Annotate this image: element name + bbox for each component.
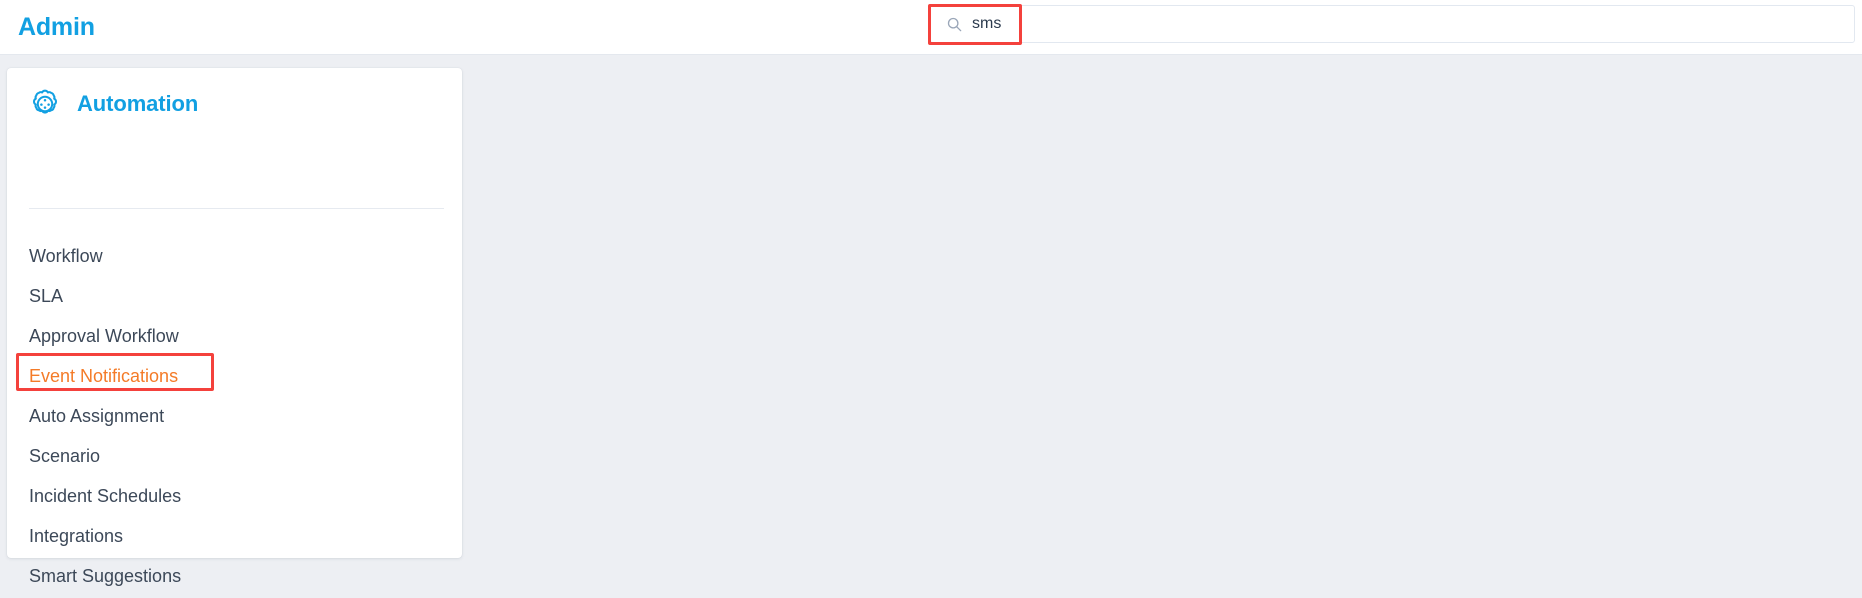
top-header-bar: Admin — [0, 0, 1862, 55]
search-icon — [947, 17, 962, 31]
sidebar-item-approval-workflow[interactable]: Approval Workflow — [7, 316, 462, 356]
panel-divider — [29, 208, 444, 209]
sidebar-item-event-notifications[interactable]: Event Notifications — [7, 356, 462, 396]
search-input[interactable] — [972, 7, 1832, 41]
automation-menu-list: Workflow SLA Approval Workflow Event Notifi… — [7, 236, 462, 596]
sidebar-item-auto-assignment[interactable]: Auto Assignment — [7, 396, 462, 436]
sidebar-item-integrations[interactable]: Integrations — [7, 516, 462, 556]
automation-panel-header: Automation — [7, 68, 462, 140]
sidebar-item-scenario[interactable]: Scenario — [7, 436, 462, 476]
automation-panel: Automation Workflow SLA Approval Workflow E… — [7, 68, 462, 586]
sidebar-item-incident-schedules[interactable]: Incident Schedules — [7, 476, 462, 516]
automation-panel-title: Automation — [77, 91, 199, 116]
automation-gear-icon — [33, 89, 57, 114]
sidebar-item-sla[interactable]: SLA — [7, 276, 462, 316]
sidebar-item-smart-suggestions[interactable]: Smart Suggestions — [7, 556, 462, 596]
sidebar-item-workflow[interactable]: Workflow — [7, 236, 462, 276]
search-field[interactable] — [930, 5, 1855, 43]
page-title: Admin — [18, 13, 95, 41]
